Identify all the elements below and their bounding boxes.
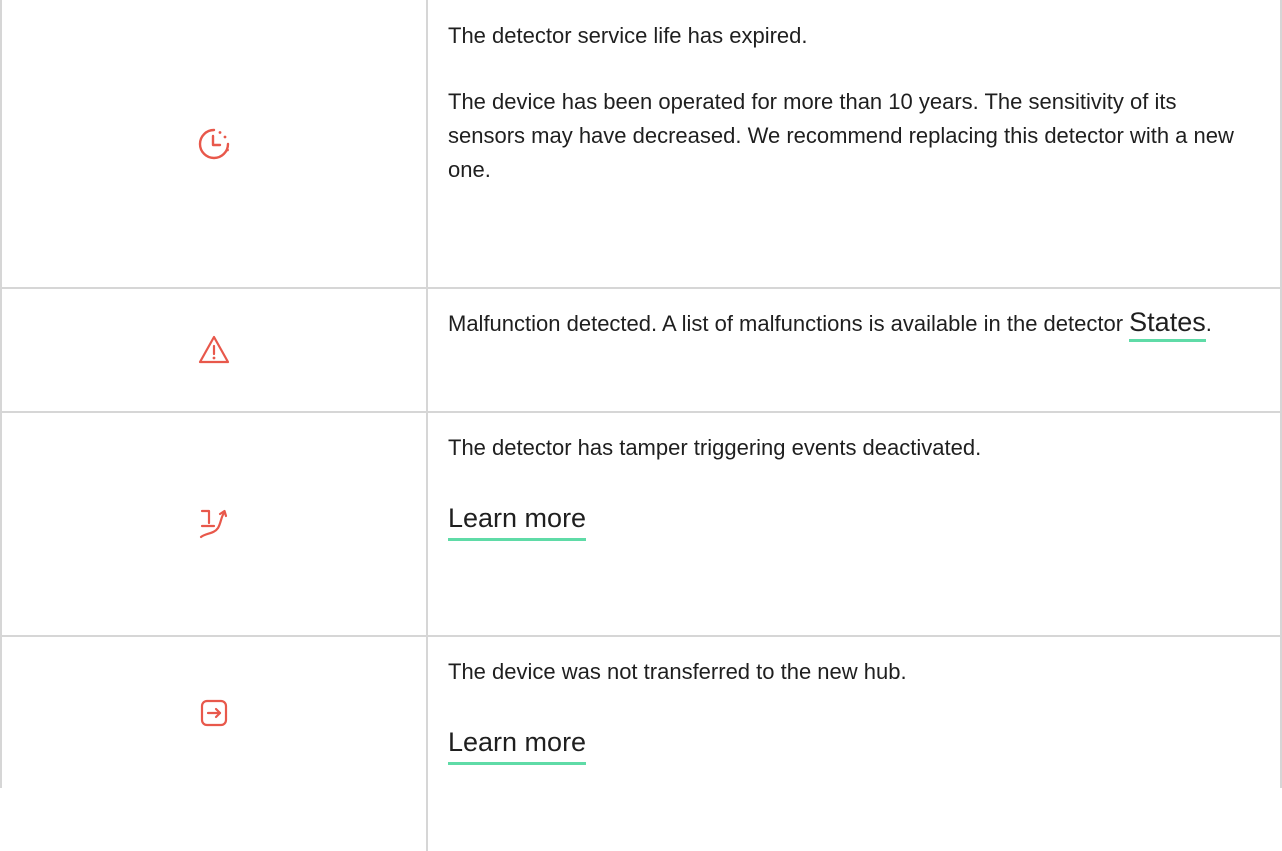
row-description: Malfunction detected. A list of malfunct… xyxy=(448,307,1248,342)
transfer-arrow-icon xyxy=(200,699,227,727)
status-icons-table: The detector service life has expired. T… xyxy=(0,0,1282,851)
icon-cell xyxy=(0,0,427,287)
malfunction-text: Malfunction detected. A list of malfunct… xyxy=(448,311,1130,336)
icon-cell xyxy=(0,289,427,411)
learn-more-link[interactable]: Learn more xyxy=(448,501,587,541)
description-cell: The detector service life has expired. T… xyxy=(448,19,1248,187)
learn-more-link[interactable]: Learn more xyxy=(448,725,587,765)
table-row: The detector has tamper triggering event… xyxy=(0,413,1282,635)
row-description: The detector has tamper triggering event… xyxy=(448,435,982,460)
table-row: Malfunction detected. A list of malfunct… xyxy=(0,289,1282,411)
row-description: The device has been operated for more th… xyxy=(448,89,1234,182)
row-description: The device was not transferred to the ne… xyxy=(448,659,907,684)
table-row: The detector service life has expired. T… xyxy=(0,0,1282,287)
service-life-clock-icon xyxy=(198,128,229,159)
warning-triangle-icon xyxy=(198,335,229,364)
icon-cell xyxy=(0,637,427,789)
description-cell: The detector has tamper triggering event… xyxy=(448,431,1248,541)
period-text: . xyxy=(1205,311,1212,336)
tamper-deactivated-icon xyxy=(199,509,227,539)
row-heading: The detector service life has expired. xyxy=(448,23,808,48)
table-row: The device was not transferred to the ne… xyxy=(0,637,1282,851)
description-cell: The device was not transferred to the ne… xyxy=(448,655,1248,765)
states-link[interactable]: States xyxy=(1129,307,1206,342)
description-cell: Malfunction detected. A list of malfunct… xyxy=(448,307,1248,342)
icon-cell xyxy=(0,413,427,635)
